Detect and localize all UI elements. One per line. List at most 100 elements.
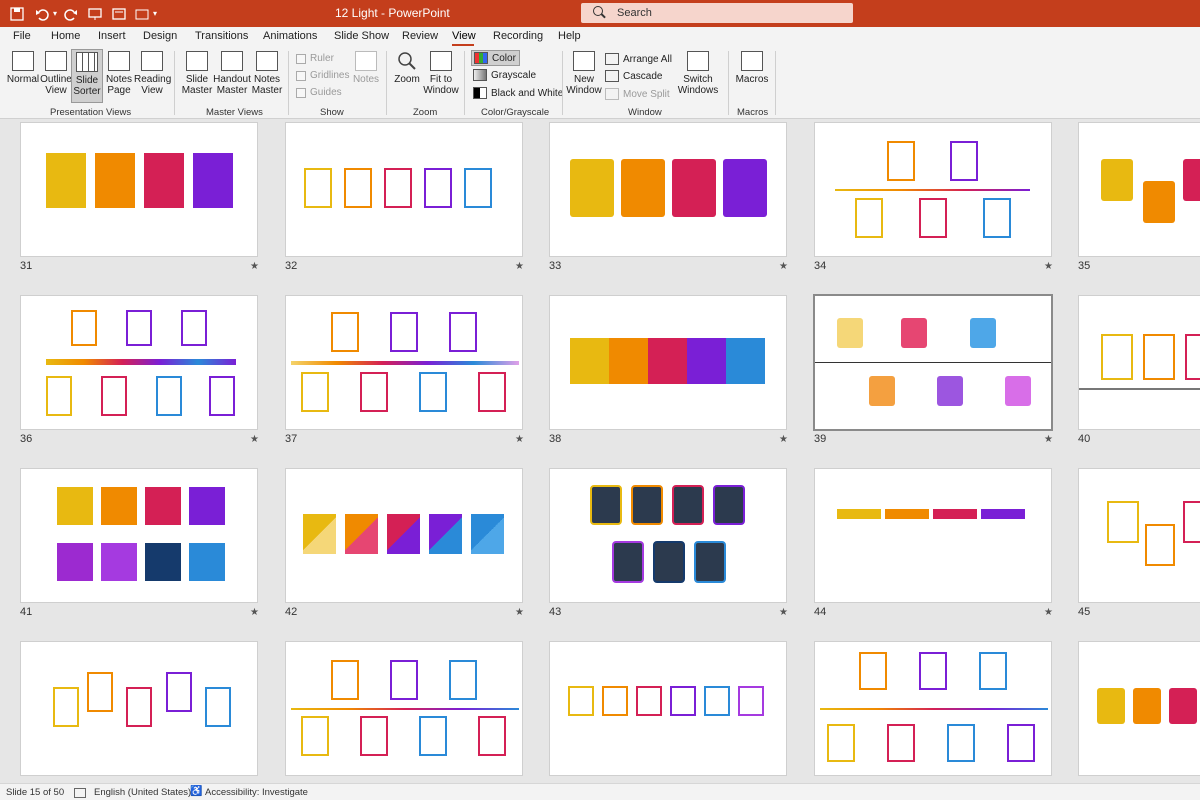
notes-master-label-2: Master (251, 85, 283, 96)
slide-sorter-pane[interactable]: 31 ★ 32 ★ 33 ★ 34 ★ 35 36 ★ 37 ★ 38 ★ 39… (0, 120, 1200, 783)
switch-windows-button[interactable]: Switch Windows (676, 51, 720, 96)
reading-view-button[interactable]: Reading View (134, 51, 171, 96)
accessibility-status[interactable]: Accessibility: Investigate (205, 787, 308, 798)
infographic (570, 159, 767, 217)
fit-to-window-button[interactable]: Fit to Window (422, 51, 460, 96)
slide-sorter-button[interactable]: Slide Sorter (71, 49, 103, 103)
tab-file[interactable]: File (13, 30, 31, 42)
slide-thumbnail-48[interactable] (549, 641, 787, 776)
slide-thumbnail-49[interactable] (814, 641, 1052, 776)
new-window-label-1: New (573, 74, 594, 85)
notes-master-button[interactable]: Notes Master (251, 51, 283, 96)
grayscale-button[interactable]: Grayscale (473, 69, 536, 81)
tab-help[interactable]: Help (558, 30, 581, 42)
undo-dropdown-icon[interactable]: ▾ (50, 0, 60, 27)
guides-checkbox[interactable]: Guides (296, 87, 342, 98)
info-box (101, 543, 137, 581)
slide-thumbnail-35[interactable] (1078, 122, 1200, 257)
slide-number: 31 (20, 260, 33, 272)
slide-thumbnail-47[interactable] (285, 641, 523, 776)
search-box[interactable]: Search (581, 3, 853, 23)
slide-sorter-label-1: Slide (75, 75, 99, 86)
notes-page-button[interactable]: Notes Page (104, 51, 134, 96)
slide-thumbnail-46[interactable] (20, 641, 258, 776)
slide-thumbnail-38[interactable] (549, 295, 787, 430)
macros-button[interactable]: Macros (734, 51, 770, 85)
timeline-line (291, 708, 519, 710)
tab-insert[interactable]: Insert (98, 30, 126, 42)
slide-thumbnail-34[interactable] (814, 122, 1052, 257)
notes-button[interactable]: Notes (351, 51, 381, 85)
new-window-button[interactable]: New Window (566, 51, 602, 96)
normal-view-button[interactable]: Normal (6, 51, 40, 85)
slide-thumbnail-32[interactable] (285, 122, 523, 257)
customize-qat-icon[interactable]: ▾ (150, 0, 160, 27)
gridlines-checkbox[interactable]: Gridlines (296, 70, 349, 81)
undo-icon[interactable] (33, 0, 51, 27)
notes-page-label-2: Page (107, 85, 131, 96)
group-label-zoom: Zoom (413, 107, 438, 118)
slide-master-button[interactable]: Slide Master (180, 51, 214, 96)
fit-to-window-label-2: Window (423, 85, 459, 96)
info-box (979, 652, 1007, 690)
slide-thumbnail-33[interactable] (549, 122, 787, 257)
slide-thumbnail-37[interactable] (285, 295, 523, 430)
tab-view[interactable]: View (452, 30, 476, 42)
transition-star-icon: ★ (515, 434, 524, 445)
slide-thumbnail-44[interactable] (814, 468, 1052, 603)
tab-transitions[interactable]: Transitions (195, 30, 248, 42)
tab-home[interactable]: Home (51, 30, 80, 42)
move-split-button[interactable]: Move Split (605, 88, 670, 100)
handout-master-button[interactable]: Handout Master (213, 51, 251, 96)
group-separator (562, 51, 563, 115)
slide-thumbnail-31[interactable] (20, 122, 258, 257)
tab-design[interactable]: Design (143, 30, 177, 42)
tab-slide-show[interactable]: Slide Show (334, 30, 389, 42)
info-box (424, 168, 452, 208)
slide-thumbnail-42[interactable] (285, 468, 523, 603)
slide-thumbnail-41[interactable] (20, 468, 258, 603)
slide-thumbnail-50[interactable] (1078, 641, 1200, 776)
slide-thumbnail-40[interactable] (1078, 295, 1200, 430)
active-tab-underline (452, 44, 474, 46)
redo-icon[interactable] (62, 0, 80, 27)
slide-thumbnail-39-selected[interactable] (813, 294, 1053, 431)
info-box (419, 716, 447, 756)
info-box (181, 310, 207, 346)
info-box (360, 372, 388, 412)
zoom-button[interactable]: Zoom (392, 51, 422, 85)
info-box (837, 318, 863, 348)
info-box (449, 312, 477, 352)
save-icon[interactable] (8, 0, 26, 27)
black-and-white-button[interactable]: Black and White (473, 87, 563, 99)
info-box (1005, 376, 1031, 406)
move-split-label: Move Split (623, 88, 670, 100)
info-box (672, 485, 704, 525)
spellcheck-icon[interactable] (74, 788, 86, 798)
tab-animations[interactable]: Animations (263, 30, 317, 42)
normal-view-icon (12, 51, 34, 71)
slide-icon[interactable] (110, 0, 128, 27)
fit-to-window-label-1: Fit to (429, 74, 453, 85)
slide-thumbnail-45[interactable] (1078, 468, 1200, 603)
language-indicator[interactable]: English (United States) (94, 787, 191, 798)
info-box (723, 159, 767, 217)
tab-review[interactable]: Review (402, 30, 438, 42)
outline-view-button[interactable]: Outline View (40, 51, 72, 96)
color-button[interactable]: Color (471, 50, 520, 66)
arrange-all-button[interactable]: Arrange All (605, 53, 672, 65)
cascade-button[interactable]: Cascade (605, 70, 662, 82)
slide-number: 39 (814, 433, 827, 445)
timeline-bar (46, 359, 236, 365)
checkbox-icon (296, 70, 306, 81)
info-box (855, 198, 883, 238)
info-box (983, 198, 1011, 238)
slide-thumbnail-36[interactable] (20, 295, 258, 430)
group-separator (174, 51, 175, 115)
slide-thumbnail-43[interactable] (549, 468, 787, 603)
info-box (1097, 688, 1125, 724)
present-icon[interactable] (86, 0, 104, 27)
tab-recording[interactable]: Recording (493, 30, 543, 42)
shape-fill-icon[interactable] (134, 0, 150, 27)
ruler-checkbox[interactable]: Ruler (296, 53, 334, 64)
